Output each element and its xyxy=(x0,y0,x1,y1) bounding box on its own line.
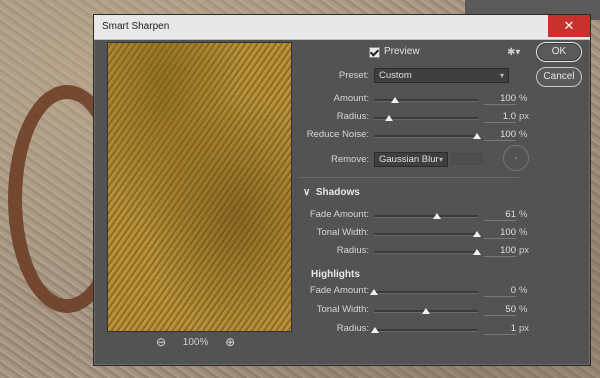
chevron-down-icon: ▾ xyxy=(438,155,443,164)
highlights-radius-unit: px xyxy=(519,323,530,334)
preset-label: Preset: xyxy=(338,70,369,81)
window-title: Smart Sharpen xyxy=(102,21,170,32)
radius-slider[interactable] xyxy=(374,115,478,121)
title-bar: Smart Sharpen ✕ xyxy=(94,15,590,40)
shadows-tonal-width-label: Tonal Width: xyxy=(316,227,369,238)
angle-dial[interactable] xyxy=(503,145,529,171)
highlights-tonal-width-slider-thumb[interactable] xyxy=(422,308,430,314)
shadows-tonal-width-slider-thumb[interactable] xyxy=(472,231,481,237)
preset-value: Custom xyxy=(379,70,412,81)
settings-panel: Preview ✱▾ Preset: Custom ▾ Amount: 100% R… xyxy=(299,39,529,359)
shadows-radius-slider-thumb[interactable] xyxy=(472,249,481,255)
smart-sharpen-dialog: Smart Sharpen ✕ ⊖ 100% ⊕ Preview ✱▾ Pres… xyxy=(93,14,591,366)
shadows-radius-value[interactable]: 100 xyxy=(484,245,516,257)
shadows-fade-amount-slider-thumb[interactable] xyxy=(433,213,442,219)
highlights-tonal-width-slider[interactable] xyxy=(374,308,478,314)
highlights-radius-value[interactable]: 1 xyxy=(484,323,516,335)
shadows-tonal-width-value[interactable]: 100 xyxy=(484,227,516,239)
chevron-down-icon: ▾ xyxy=(499,71,504,80)
zoom-controls: ⊖ 100% ⊕ xyxy=(154,335,237,349)
gear-icon[interactable]: ✱▾ xyxy=(507,47,520,58)
highlights-tonal-width-label: Tonal Width: xyxy=(316,304,369,315)
amount-label: Amount: xyxy=(333,93,369,104)
chevron-down-icon: ∨ xyxy=(303,187,311,198)
reduce-noise-label: Reduce Noise: xyxy=(306,129,369,140)
preview-label: Preview xyxy=(384,46,420,57)
shadows-radius-unit: px xyxy=(519,245,530,256)
highlights-radius-slider-thumb[interactable] xyxy=(371,327,380,333)
reduce-noise-slider[interactable] xyxy=(374,133,481,139)
remove-value: Gaussian Blur xyxy=(379,154,439,165)
shadows-fade-amount-value[interactable]: 61 xyxy=(484,209,516,221)
highlights-fade-amount-slider[interactable] xyxy=(370,289,478,295)
zoom-level: 100% xyxy=(182,336,209,348)
close-button[interactable]: ✕ xyxy=(548,15,590,37)
reduce-noise-slider-thumb[interactable] xyxy=(472,133,481,139)
section-divider xyxy=(299,177,519,178)
reduce-noise-value[interactable]: 100 xyxy=(484,129,516,141)
radius-label: Radius: xyxy=(336,111,369,122)
highlights-radius-slider[interactable] xyxy=(371,327,478,333)
shadows-fade-amount-label: Fade Amount: xyxy=(309,209,369,220)
remove-label: Remove: xyxy=(330,154,369,165)
shadows-tonal-width-unit: % xyxy=(519,227,528,238)
preview-image[interactable] xyxy=(107,42,292,332)
zoom-in-icon[interactable]: ⊕ xyxy=(223,335,237,349)
highlights-tonal-width-value[interactable]: 50 xyxy=(484,304,516,316)
amount-unit: % xyxy=(519,93,528,104)
amount-slider-thumb[interactable] xyxy=(390,97,399,103)
amount-value[interactable]: 100 xyxy=(484,93,516,105)
shadows-radius-label: Radius: xyxy=(336,245,369,256)
highlights-fade-amount-label: Fade Amount: xyxy=(309,285,369,296)
shadows-fade-amount-slider[interactable] xyxy=(374,213,478,219)
remove-select[interactable]: Gaussian Blur ▾ xyxy=(374,152,448,167)
highlights-radius-label: Radius: xyxy=(336,323,369,334)
preset-select[interactable]: Custom ▾ xyxy=(374,68,509,83)
highlights-section-title: Highlights xyxy=(311,269,360,280)
radius-slider-thumb[interactable] xyxy=(384,115,393,121)
cancel-button[interactable]: Cancel xyxy=(536,67,582,87)
highlights-tonal-width-unit: % xyxy=(519,304,528,315)
highlights-fade-amount-value[interactable]: 0 xyxy=(484,285,516,297)
preview-checkbox[interactable] xyxy=(369,47,380,58)
close-icon: ✕ xyxy=(563,18,575,33)
reduce-noise-unit: % xyxy=(519,129,528,140)
ok-button[interactable]: OK xyxy=(536,42,582,62)
highlights-fade-amount-slider-thumb[interactable] xyxy=(370,289,378,295)
angle-field[interactable] xyxy=(451,153,483,165)
amount-slider[interactable] xyxy=(374,97,478,103)
shadows-tonal-width-slider[interactable] xyxy=(374,231,481,237)
highlights-fade-amount-unit: % xyxy=(519,285,528,296)
radius-value[interactable]: 1.0 xyxy=(484,111,516,123)
radius-unit: px xyxy=(519,111,530,122)
zoom-out-icon[interactable]: ⊖ xyxy=(154,335,168,349)
shadows-section-title[interactable]: ∨ Shadows xyxy=(303,187,360,198)
shadows-radius-slider[interactable] xyxy=(374,249,481,255)
shadows-fade-amount-unit: % xyxy=(519,209,528,220)
